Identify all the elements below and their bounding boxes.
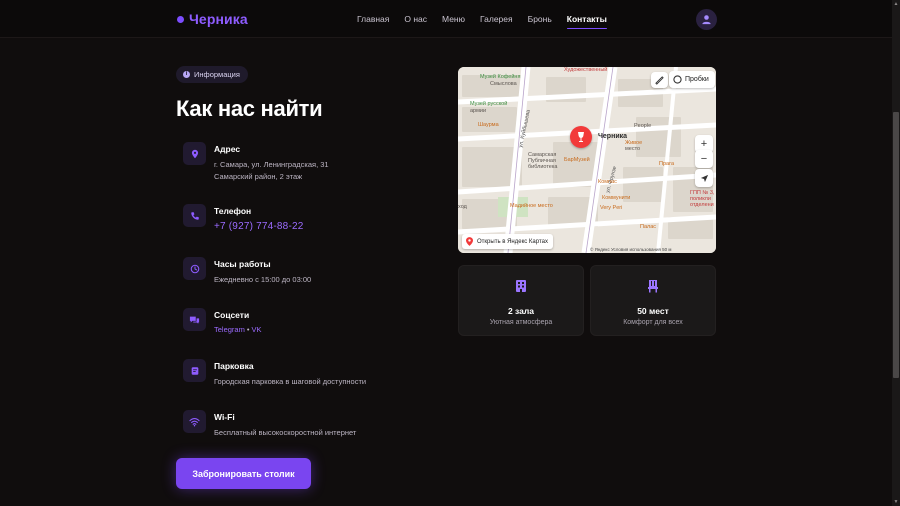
phone-label: Телефон	[214, 206, 252, 216]
page-scrollbar[interactable]: ▲ ▼	[892, 0, 900, 506]
map-label-madiynoe: Мадийное место	[510, 203, 553, 209]
main-nav: Главная О нас Меню Галерея Бронь Контакт…	[357, 14, 607, 29]
map-label-smyslova: Смыслова	[490, 81, 517, 87]
clock-icon	[183, 257, 206, 280]
map-label-army: армии	[470, 108, 487, 114]
logo-text: Черника	[189, 11, 248, 27]
address-line1: г. Самара, ул. Ленинградская, 31	[214, 160, 329, 169]
map-label-kompas: Компас	[598, 179, 617, 185]
hours-value: Ежедневно с 15:00 до 03:00	[214, 275, 312, 284]
logo[interactable]: Черника	[177, 11, 248, 27]
info-social: Соцсети Telegram • VK	[183, 308, 262, 334]
stat-halls-value: 2 зала	[507, 306, 535, 316]
social-links: Telegram • VK	[214, 325, 262, 334]
nav-menu[interactable]: Меню	[442, 14, 465, 24]
map-label-kommunaity: Коммунити	[602, 195, 631, 201]
location-pin-icon	[183, 142, 206, 165]
logo-dot-icon	[177, 15, 184, 23]
wifi-icon	[183, 410, 206, 433]
traffic-button[interactable]: Пробки	[669, 71, 715, 88]
nav-contacts[interactable]: Контакты	[566, 14, 607, 29]
scroll-down-arrow-icon[interactable]: ▼	[893, 499, 899, 505]
nav-booking[interactable]: Бронь	[528, 14, 552, 24]
address-label: Адрес	[214, 144, 241, 154]
ruler-icon[interactable]	[651, 72, 668, 88]
info-icon: i	[183, 71, 190, 78]
stat-seats-caption: Комфорт для всех	[623, 319, 683, 326]
parking-label: Парковка	[214, 361, 254, 371]
stat-seats-value: 50 мест	[637, 306, 669, 316]
map-label-gbu-3: отделени	[690, 202, 714, 208]
nav-home[interactable]: Главная	[357, 14, 389, 24]
info-phone: Телефон +7 (927) 774-88-22	[183, 204, 304, 232]
page-title: Как нас найти	[176, 96, 323, 121]
info-parking: Парковка Городская парковка в шаговой до…	[183, 359, 366, 388]
nav-gallery[interactable]: Галерея	[480, 14, 513, 24]
map-label-people: People	[634, 123, 652, 129]
social-label: Соцсети	[214, 310, 250, 320]
yandex-map[interactable]: Художественный Музей Кофейня Смыслова Му…	[458, 67, 716, 253]
telegram-link[interactable]: Telegram	[214, 325, 245, 334]
chair-icon	[591, 279, 715, 293]
geolocation-icon[interactable]	[695, 169, 713, 187]
info-address: Адрес г. Самара, ул. Ленинградская, 31 С…	[183, 142, 329, 183]
traffic-light-icon	[673, 75, 682, 84]
map-label-mesto: место	[625, 146, 641, 152]
vk-link[interactable]: VK	[252, 325, 262, 334]
phone-link[interactable]: +7 (927) 774-88-22	[214, 221, 304, 232]
map-copyright: © Яндекс Условия использования 50 м	[590, 247, 672, 252]
address-line2: Самарский район, 2 этаж	[214, 172, 303, 181]
info-hours: Часы работы Ежедневно с 15:00 до 03:00	[183, 257, 311, 286]
hours-label: Часы работы	[214, 259, 271, 269]
section-badge-label: Информация	[194, 70, 240, 79]
building-icon	[459, 279, 583, 293]
book-table-button[interactable]: Забронировать столик	[176, 458, 311, 489]
site-header: Черника Главная О нас Меню Галерея Бронь…	[0, 0, 892, 38]
scroll-thumb[interactable]	[893, 112, 899, 378]
map-label-hod: ход	[458, 204, 467, 210]
open-in-yandex-maps-button[interactable]: Открыть в Яндекс Картах	[462, 234, 553, 249]
section-badge: i Информация	[176, 66, 248, 83]
map-label-museum-coffee: Музей Кофейня	[480, 74, 521, 80]
social-separator: •	[246, 325, 250, 334]
phone-icon	[183, 204, 206, 227]
traffic-label: Пробки	[685, 76, 709, 83]
stat-halls-caption: Уютная атмосфера	[489, 319, 553, 326]
map-marker-icon	[466, 237, 473, 246]
stat-card-seats: 50 мест Комфорт для всех	[590, 265, 716, 336]
map-label-barmuzey: БарМузей	[564, 157, 590, 163]
restaurant-pin-icon[interactable]	[570, 126, 592, 148]
wifi-label: Wi-Fi	[214, 412, 235, 422]
map-label-palas: Палас	[640, 224, 657, 230]
chat-icon	[183, 308, 206, 331]
map-label-museum-russian: Музей русской	[470, 101, 508, 107]
parking-value: Городская парковка в шаговой доступности	[214, 377, 367, 386]
zoom-out-button[interactable]: −	[695, 150, 713, 168]
info-wifi: Wi-Fi Бесплатный высокоскоростной интерн…	[183, 410, 356, 439]
stat-card-halls: 2 зала Уютная атмосфера	[458, 265, 584, 336]
wifi-value: Бесплатный высокоскоростной интернет	[214, 428, 357, 437]
map-label-kudozhestvenny: Художественный	[564, 67, 608, 73]
user-avatar-button[interactable]	[696, 9, 717, 30]
map-label-shaurma: Шаурма	[478, 122, 499, 128]
map-label-library-3: библиотека	[528, 164, 558, 170]
user-icon	[702, 15, 711, 25]
map-label-praga: Прага	[659, 161, 675, 167]
scroll-up-arrow-icon[interactable]: ▲	[893, 1, 899, 7]
map-label-veryperi: Very Peri	[600, 205, 623, 211]
nav-about[interactable]: О нас	[404, 14, 427, 24]
parking-icon	[183, 359, 206, 382]
open-in-yandex-maps-label: Открыть в Яндекс Картах	[477, 238, 548, 245]
map-pin-label: Черника	[598, 133, 628, 140]
